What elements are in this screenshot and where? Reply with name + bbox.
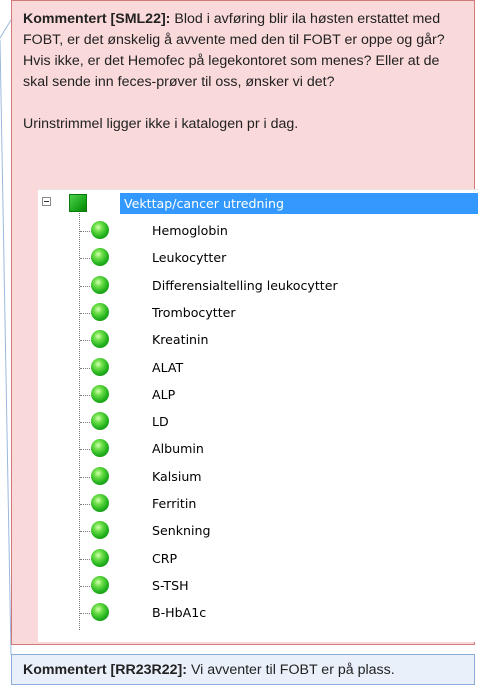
- green-status-dot-icon: [91, 521, 109, 540]
- comment-paragraph-1: Kommentert [SML22]: Blod i avføring blir…: [23, 9, 463, 93]
- tree-node-label: Ferritin: [152, 496, 197, 511]
- comment-text: Vi avventer til FOBT er på plass.: [190, 662, 395, 678]
- green-status-dot-icon: [91, 384, 109, 403]
- green-status-dot-icon: [91, 439, 109, 458]
- tree-node-label: Trombocytter: [152, 304, 236, 320]
- comment-balloon-sml22[interactable]: Kommentert [SML22]: Blod i avføring blir…: [11, 0, 478, 645]
- comment-body: Kommentert [SML22]: Blod i avføring blir…: [23, 9, 463, 135]
- tree-node-label: Differensialtelling leukocytter: [152, 277, 338, 293]
- tree-node-child[interactable]: Kalsium: [38, 466, 478, 488]
- green-status-dot-icon: [91, 248, 109, 267]
- tree-node-label: Hemoglobin: [152, 223, 228, 238]
- comment-paragraph-2: Urinstrimmel ligger ikke i katalogen pr …: [23, 116, 299, 132]
- green-status-dot-icon: [91, 412, 109, 431]
- green-status-dot-icon: [91, 548, 109, 567]
- comment-author: Kommentert [RR23R22]:: [23, 662, 187, 678]
- collapse-toggle-icon[interactable]: [42, 197, 51, 206]
- comment-body: Kommentert [RR23R22]: Vi avventer til FO…: [23, 660, 395, 680]
- tree-node-child[interactable]: Ferritin: [38, 493, 478, 515]
- tree-node-child[interactable]: Albumin: [38, 438, 478, 460]
- tree-node-child[interactable]: CRP: [38, 548, 478, 570]
- tree-node-child[interactable]: Hemoglobin: [38, 220, 478, 242]
- green-status-dot-icon: [91, 330, 109, 349]
- tree-node-child[interactable]: ALP: [38, 384, 478, 406]
- green-status-dot-icon: [91, 302, 109, 321]
- tree-node-label: Kreatinin: [152, 332, 209, 348]
- tree-node-label: Senkning: [152, 523, 211, 539]
- comment-balloon-rr23r22[interactable]: Kommentert [RR23R22]: Vi avventer til FO…: [11, 654, 475, 685]
- green-status-dot-icon: [91, 275, 109, 294]
- tree-node-child[interactable]: Differensialtelling leukocytter: [38, 275, 478, 297]
- tree-node-label: Leukocytter: [152, 250, 227, 266]
- green-status-dot-icon: [91, 357, 109, 376]
- tree-node-child[interactable]: B-HbA1c: [38, 602, 478, 624]
- green-square-icon: [69, 194, 87, 212]
- green-status-dot-icon: [91, 575, 109, 594]
- green-status-dot-icon: [91, 603, 109, 622]
- tree-node-parent[interactable]: Vekttap/cancer utredning: [38, 192, 478, 214]
- tree-node-label: ALP: [152, 386, 176, 402]
- tree-node-child[interactable]: Trombocytter: [38, 302, 478, 324]
- tree-node-child[interactable]: Leukocytter: [38, 247, 478, 269]
- tree-node-label: ALAT: [152, 359, 184, 375]
- tree-node-label: Albumin: [152, 441, 204, 457]
- test-tree-view: Vekttap/cancer utredning Hemoglobin Leuko…: [38, 189, 478, 642]
- tree-node-label-selected: Vekttap/cancer utredning: [120, 193, 478, 214]
- green-status-dot-icon: [91, 221, 109, 239]
- tree-node-label: S-TSH: [152, 577, 189, 593]
- tree-node-label: LD: [152, 414, 169, 430]
- tree-node-child[interactable]: Senkning: [38, 520, 478, 542]
- tree-node-label: B-HbA1c: [152, 605, 207, 621]
- tree-node-child[interactable]: ALAT: [38, 357, 478, 379]
- tree-node-child[interactable]: S-TSH: [38, 575, 478, 597]
- tree-node-label: CRP: [152, 550, 178, 566]
- tree-node-label: Kalsium: [152, 468, 202, 484]
- green-status-dot-icon: [91, 494, 109, 512]
- comment-author: Kommentert [SML22]:: [23, 11, 171, 27]
- tree-node-child[interactable]: LD: [38, 411, 478, 433]
- tree-node-child[interactable]: Kreatinin: [38, 329, 478, 351]
- green-status-dot-icon: [91, 466, 109, 485]
